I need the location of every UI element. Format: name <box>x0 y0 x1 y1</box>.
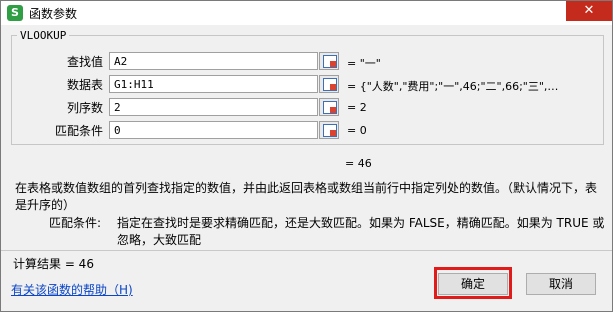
cancel-button[interactable]: 取消 <box>526 273 596 295</box>
range-lookup-label: 匹配条件 <box>54 124 103 138</box>
calc-result: 计算结果 = 46 <box>13 257 94 271</box>
divider <box>1 250 612 251</box>
lookup-value-result: = "一" <box>347 57 381 70</box>
table-array-ref-button[interactable] <box>319 75 339 93</box>
table-array-input[interactable]: G1:H11 <box>109 75 318 93</box>
col-index-input[interactable]: 2 <box>109 98 318 116</box>
range-lookup-ref-button[interactable] <box>319 121 339 139</box>
function-name: VLOOKUP <box>17 29 70 42</box>
function-help-link[interactable]: 有关该函数的帮助（H) <box>11 281 133 298</box>
range-select-icon <box>323 124 337 137</box>
range-select-icon <box>323 101 337 114</box>
table-array-result: = {"人数","费用";"一",46;"二",66;"三",… <box>347 80 559 93</box>
formula-result: = 46 <box>345 157 372 170</box>
lookup-value-label: 查找值 <box>66 55 103 69</box>
lookup-value-ref-button[interactable] <box>319 52 339 70</box>
param-description: 指定在查找时是要求精确匹配，还是大致匹配。如果为 FALSE，精确匹配。如果为 … <box>117 216 605 247</box>
lookup-value-input[interactable]: A2 <box>109 52 318 70</box>
range-select-icon <box>323 78 337 91</box>
ok-button-highlight <box>434 267 512 299</box>
param-name: 匹配条件: <box>49 216 102 230</box>
title-bar: S 函数参数 ✕ <box>1 1 612 25</box>
table-array-label: 数据表 <box>66 78 103 92</box>
col-index-result: = 2 <box>347 101 367 114</box>
col-index-label: 列序数 <box>66 101 103 115</box>
range-select-icon <box>323 55 337 68</box>
col-index-ref-button[interactable] <box>319 98 339 116</box>
function-arguments-dialog: S 函数参数 ✕ VLOOKUP 查找值 A2 = "一" 数据表 G1:H11… <box>0 0 613 312</box>
function-description: 在表格或数值数组的首列查找指定的数值，并由此返回表格或数组当前行中指定列处的数值… <box>15 181 598 212</box>
close-button[interactable]: ✕ <box>566 1 612 21</box>
range-lookup-input[interactable]: 0 <box>109 121 318 139</box>
window-title: 函数参数 <box>29 7 78 21</box>
range-lookup-result: = 0 <box>347 124 367 137</box>
app-icon: S <box>7 5 23 21</box>
